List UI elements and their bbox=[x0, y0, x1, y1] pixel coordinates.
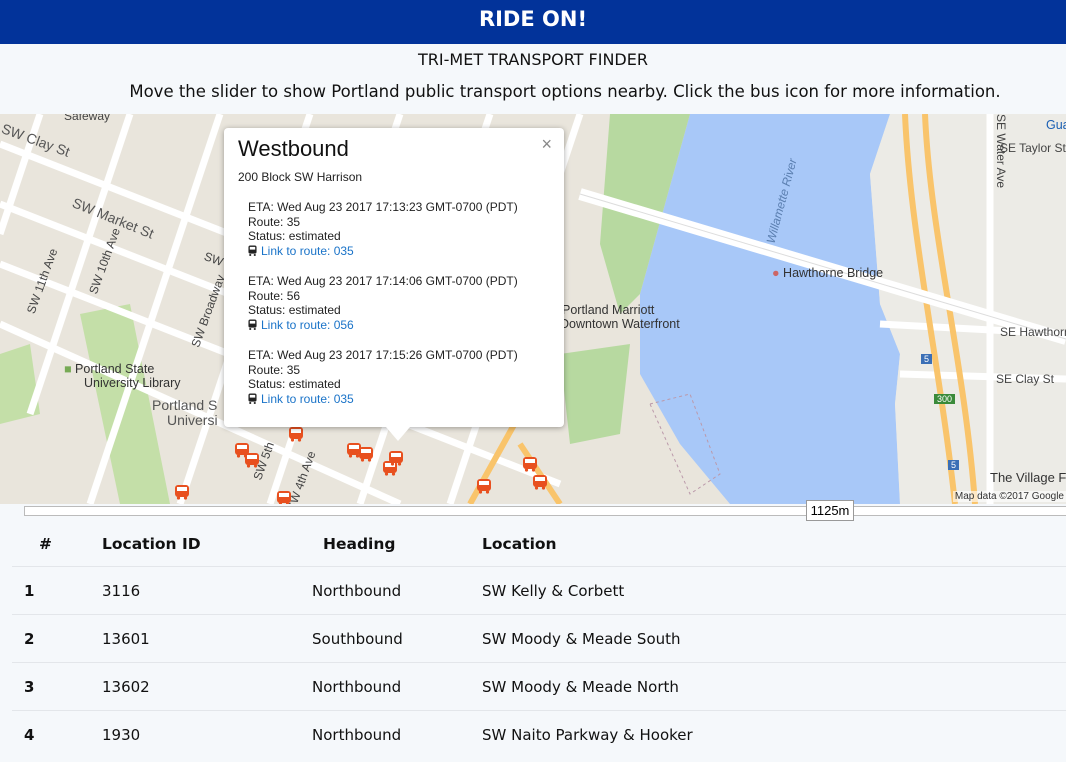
bus-marker-icon[interactable] bbox=[276, 490, 292, 504]
route-link[interactable]: Link to route: 056 bbox=[261, 318, 354, 332]
table-row[interactable]: 4 1930 Northbound SW Naito Parkway & Hoo… bbox=[12, 710, 1066, 758]
column-header-heading: Heading bbox=[323, 535, 396, 553]
place-name: Portland State bbox=[75, 362, 155, 376]
map-attribution: Map data ©2017 Google bbox=[952, 491, 1066, 502]
place-label: ● Hawthorne Bridge bbox=[772, 266, 884, 280]
arrival-status: Status: estimated bbox=[248, 303, 341, 318]
arrival-entry: ETA: Wed Aug 23 2017 17:14:06 GMT-0700 (… bbox=[248, 274, 518, 333]
bus-marker-icon[interactable] bbox=[476, 478, 492, 494]
close-icon[interactable]: × bbox=[541, 134, 552, 155]
bus-marker-icon[interactable] bbox=[288, 426, 304, 442]
table-header-row: # Location ID Heading Location bbox=[12, 522, 1066, 567]
arrival-entry: ETA: Wed Aug 23 2017 17:15:26 GMT-0700 (… bbox=[248, 348, 518, 407]
app-header: RIDE ON! bbox=[0, 0, 1066, 44]
arrival-status: Status: estimated bbox=[248, 229, 341, 244]
cell-location-id: 1930 bbox=[102, 710, 312, 758]
place-label: ■ Portland State bbox=[64, 362, 155, 376]
cell-location-id: 13601 bbox=[102, 614, 312, 663]
cell-location-id: 3116 bbox=[102, 566, 312, 615]
cell-location: SW Naito Parkway & Hooker bbox=[482, 710, 1066, 758]
arrival-entry: ETA: Wed Aug 23 2017 17:13:23 GMT-0700 (… bbox=[248, 200, 518, 259]
bus-marker-icon[interactable] bbox=[174, 484, 190, 500]
street-label: SE Hawthorn bbox=[1000, 325, 1066, 339]
interstate-shield-icon: 5 bbox=[921, 354, 933, 364]
popup-heading: Westbound bbox=[238, 136, 349, 161]
place-label: The Village F bbox=[990, 470, 1066, 485]
street-label: SE Taylor St bbox=[1000, 141, 1066, 155]
column-header-location-id: Location ID bbox=[102, 535, 201, 553]
cell-number: 4 bbox=[12, 710, 102, 758]
app-title: RIDE ON! bbox=[478, 7, 588, 31]
cell-number: 2 bbox=[12, 614, 102, 663]
instructions-text: Move the slider to show Portland public … bbox=[129, 82, 1001, 101]
bus-marker-icon[interactable] bbox=[244, 452, 260, 468]
place-label: Portland S bbox=[152, 397, 218, 413]
cell-location-id: 13602 bbox=[102, 662, 312, 711]
place-label: Universi bbox=[167, 412, 218, 428]
bus-marker-icon[interactable] bbox=[358, 446, 374, 462]
arrival-route: Route: 35 bbox=[248, 214, 301, 229]
street-label: SE Clay St bbox=[996, 372, 1055, 386]
place-label: Gua bbox=[1046, 118, 1066, 132]
cell-heading: Southbound bbox=[312, 614, 482, 663]
map-view[interactable]: Safeway SW Clay St SW Market St SW 11th … bbox=[0, 114, 1066, 504]
bus-marker-icon[interactable] bbox=[522, 456, 538, 472]
slider-handle[interactable]: 1125m bbox=[806, 500, 854, 521]
route-link-row: Link to route: 056 bbox=[248, 318, 518, 333]
place-label: University Library bbox=[84, 376, 181, 390]
bus-icon bbox=[248, 319, 257, 331]
arrival-route: Route: 35 bbox=[248, 362, 301, 377]
cell-location: SW Moody & Meade North bbox=[482, 662, 1066, 711]
distance-slider[interactable] bbox=[24, 506, 1066, 516]
route-link[interactable]: Link to route: 035 bbox=[261, 244, 354, 258]
table-row[interactable]: 1 3116 Northbound SW Kelly & Corbett bbox=[12, 566, 1066, 615]
bus-icon bbox=[248, 393, 257, 405]
cell-location: SW Kelly & Corbett bbox=[482, 566, 1066, 615]
cell-number: 3 bbox=[12, 662, 102, 711]
place-label: Downtown Waterfront bbox=[560, 317, 680, 331]
street-label: Safeway bbox=[64, 114, 111, 123]
bus-marker-icon[interactable] bbox=[388, 450, 404, 466]
cell-heading: Northbound bbox=[312, 710, 482, 758]
bus-marker-icon[interactable] bbox=[532, 474, 548, 490]
cell-heading: Northbound bbox=[312, 566, 482, 615]
info-window-pointer bbox=[386, 427, 410, 441]
route-link[interactable]: Link to route: 035 bbox=[261, 392, 354, 406]
arrival-eta: ETA: Wed Aug 23 2017 17:13:23 GMT-0700 (… bbox=[248, 200, 518, 214]
column-header-location: Location bbox=[482, 535, 557, 553]
highway-shield-icon: 300 bbox=[934, 394, 956, 404]
table-row[interactable]: 2 13601 Southbound SW Moody & Meade Sout… bbox=[12, 614, 1066, 663]
arrival-route: Route: 56 bbox=[248, 288, 301, 303]
arrival-eta: ETA: Wed Aug 23 2017 17:15:26 GMT-0700 (… bbox=[248, 348, 518, 362]
place-name: Hawthorne Bridge bbox=[783, 266, 884, 280]
route-link-row: Link to route: 035 bbox=[248, 392, 518, 407]
interstate-shield-icon: 5 bbox=[948, 460, 960, 470]
route-link-row: Link to route: 035 bbox=[248, 244, 518, 259]
cell-number: 1 bbox=[12, 566, 102, 615]
bus-icon bbox=[248, 245, 257, 257]
table-row[interactable]: 3 13602 Northbound SW Moody & Meade Nort… bbox=[12, 662, 1066, 711]
popup-address: 200 Block SW Harrison bbox=[238, 170, 363, 184]
column-header-number: # bbox=[39, 535, 52, 553]
place-label: Portland Marriott bbox=[562, 303, 655, 317]
arrival-status: Status: estimated bbox=[248, 377, 341, 392]
arrival-eta: ETA: Wed Aug 23 2017 17:14:06 GMT-0700 (… bbox=[248, 274, 518, 288]
stops-table: # Location ID Heading Location 1 3116 No… bbox=[12, 522, 1066, 758]
cell-location: SW Moody & Meade South bbox=[482, 614, 1066, 663]
page-subtitle: TRI-MET TRANSPORT FINDER bbox=[418, 50, 648, 69]
cell-heading: Northbound bbox=[312, 662, 482, 711]
info-window: × Westbound 200 Block SW Harrison ETA: W… bbox=[224, 128, 564, 441]
